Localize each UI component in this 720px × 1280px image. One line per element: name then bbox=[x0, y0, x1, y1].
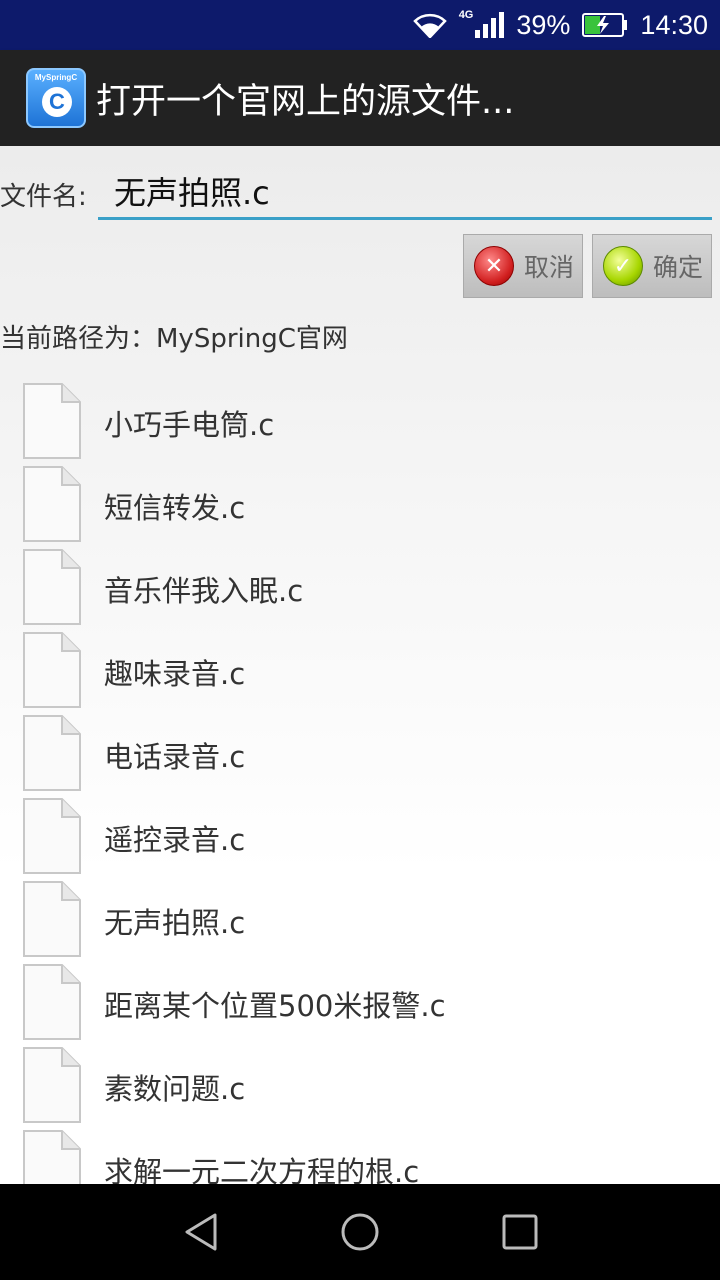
file-icon bbox=[23, 383, 81, 459]
signal-icon: 4G bbox=[458, 9, 505, 38]
file-icon bbox=[23, 632, 81, 708]
cancel-label: 取消 bbox=[524, 253, 575, 282]
filename-row: 文件名: bbox=[0, 146, 720, 226]
cancel-x-icon: ✕ bbox=[474, 246, 514, 286]
ok-button[interactable]: ✓ 确定 bbox=[592, 234, 712, 298]
file-icon bbox=[23, 881, 81, 957]
file-name: 距离某个位置500米报警.c bbox=[104, 989, 446, 1023]
filename-input[interactable] bbox=[98, 164, 712, 220]
back-triangle-icon[interactable] bbox=[181, 1212, 221, 1252]
list-item[interactable]: 短信转发.c bbox=[0, 461, 720, 544]
file-icon bbox=[23, 1047, 81, 1123]
status-bar: 4G 39% 14:30 bbox=[0, 0, 720, 50]
file-name: 趣味录音.c bbox=[104, 657, 246, 691]
wifi-icon bbox=[412, 12, 447, 38]
file-icon bbox=[23, 1130, 81, 1184]
action-bar: MySpringC C 打开一个官网上的源文件... bbox=[0, 50, 720, 146]
recents-square-icon[interactable] bbox=[500, 1212, 540, 1252]
file-icon bbox=[23, 798, 81, 874]
file-icon bbox=[23, 466, 81, 542]
file-icon bbox=[23, 715, 81, 791]
list-item[interactable]: 小巧手电筒.c bbox=[0, 378, 720, 461]
file-name: 遥控录音.c bbox=[104, 823, 246, 857]
app-icon-brand: MySpringC bbox=[34, 73, 78, 82]
list-item[interactable]: 遥控录音.c bbox=[0, 793, 720, 876]
file-name: 无声拍照.c bbox=[104, 906, 246, 940]
list-item[interactable]: 素数问题.c bbox=[0, 1042, 720, 1125]
file-name: 小巧手电筒.c bbox=[104, 408, 275, 442]
page-title: 打开一个官网上的源文件... bbox=[96, 81, 515, 122]
battery-charging-icon bbox=[582, 13, 628, 37]
file-dialog: 文件名: ✕ 取消 ✓ 确定 当前路径为：MySpringC官网 小巧手电筒.c… bbox=[0, 146, 720, 1184]
file-name: 求解一元二次方程的根.c bbox=[104, 1155, 420, 1184]
file-name: 短信转发.c bbox=[104, 491, 246, 525]
check-icon: ✓ bbox=[603, 246, 643, 286]
network-type-label: 4G bbox=[458, 9, 474, 21]
list-item[interactable]: 无声拍照.c bbox=[0, 876, 720, 959]
app-icon: MySpringC C bbox=[26, 68, 86, 128]
filename-label: 文件名: bbox=[0, 182, 87, 212]
cancel-button[interactable]: ✕ 取消 bbox=[463, 234, 583, 298]
file-name: 电话录音.c bbox=[104, 740, 246, 774]
clock: 14:30 bbox=[640, 9, 708, 40]
list-item[interactable]: 电话录音.c bbox=[0, 710, 720, 793]
current-path: 当前路径为：MySpringC官网 bbox=[0, 324, 348, 354]
list-item[interactable]: 音乐伴我入眠.c bbox=[0, 544, 720, 627]
ok-label: 确定 bbox=[653, 253, 704, 282]
app-icon-letter: C bbox=[42, 87, 72, 117]
file-icon bbox=[23, 964, 81, 1040]
home-circle-icon[interactable] bbox=[340, 1212, 380, 1252]
list-item[interactable]: 距离某个位置500米报警.c bbox=[0, 959, 720, 1042]
battery-percent: 39% bbox=[516, 9, 571, 40]
file-icon bbox=[23, 549, 81, 625]
file-name: 音乐伴我入眠.c bbox=[104, 574, 304, 608]
list-item[interactable]: 求解一元二次方程的根.c bbox=[0, 1125, 720, 1184]
list-item[interactable]: 趣味录音.c bbox=[0, 627, 720, 710]
file-list: 小巧手电筒.c 短信转发.c 音乐伴我入眠.c 趣味录音.c 电话录音.c 遥控… bbox=[0, 378, 720, 1184]
navigation-bar bbox=[0, 1184, 720, 1280]
file-name: 素数问题.c bbox=[104, 1072, 246, 1106]
